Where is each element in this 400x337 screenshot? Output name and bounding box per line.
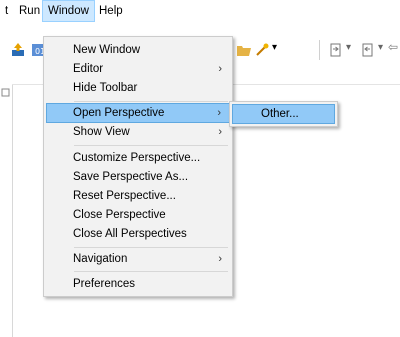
open-perspective-submenu: Other...	[229, 101, 338, 127]
next-annotation-icon[interactable]	[328, 42, 344, 58]
prev-annotation-dropdown-icon[interactable]: ▾	[378, 42, 383, 53]
window-menu: New Window Editor › Hide Toolbar Open Per…	[43, 36, 233, 297]
submenu-arrow-icon: ›	[218, 253, 222, 265]
menu-item-label: Navigation	[73, 253, 128, 265]
panel-restore-icon[interactable]	[1, 88, 11, 98]
menu-item-hide-toolbar[interactable]: Hide Toolbar	[46, 78, 230, 98]
menu-item-label: Reset Perspective...	[73, 190, 176, 202]
menu-item-label: Close All Perspectives	[73, 228, 187, 240]
menu-item-preferences[interactable]: Preferences	[46, 274, 230, 294]
next-annotation-dropdown-icon[interactable]: ▾	[346, 42, 351, 53]
menubar-item-window[interactable]: Window	[42, 0, 95, 22]
menu-item-close-perspective[interactable]: Close Perspective	[46, 205, 230, 225]
menu-separator	[74, 247, 228, 248]
left-panel-edge	[0, 84, 13, 337]
submenu-arrow-icon: ›	[217, 107, 221, 119]
menu-item-reset-perspective[interactable]: Reset Perspective...	[46, 186, 230, 206]
menubar-item-run[interactable]: Run	[14, 0, 45, 22]
menu-item-label: Preferences	[73, 278, 136, 290]
menu-item-open-perspective[interactable]: Open Perspective ›	[46, 103, 230, 123]
menu-item-label: Editor	[73, 63, 104, 75]
menu-item-close-all-perspectives[interactable]: Close All Perspectives	[46, 224, 230, 244]
menu-item-label: Customize Perspective...	[73, 152, 201, 164]
menubar-item-help[interactable]: Help	[94, 0, 128, 22]
menu-item-save-perspective-as[interactable]: Save Perspective As...	[46, 167, 230, 187]
submenu-arrow-icon: ›	[218, 126, 222, 138]
export-icon[interactable]	[10, 42, 26, 58]
menu-item-label: Show View	[73, 126, 130, 138]
submenu-arrow-icon: ›	[218, 63, 222, 75]
menu-item-customize-perspective[interactable]: Customize Perspective...	[46, 148, 230, 168]
menu-item-navigation[interactable]: Navigation ›	[46, 249, 230, 269]
open-folder-icon[interactable]	[236, 42, 252, 58]
run-tool-icon[interactable]	[254, 42, 270, 58]
menu-separator	[74, 271, 228, 272]
prev-annotation-icon[interactable]	[360, 42, 376, 58]
menu-separator	[74, 101, 228, 102]
menu-item-label: Other...	[261, 108, 299, 120]
menu-item-show-view[interactable]: Show View ›	[46, 122, 230, 142]
back-arrow-icon[interactable]: ⇦	[388, 40, 398, 54]
menu-item-label: Open Perspective	[73, 107, 165, 119]
menubar-item-truncated[interactable]: t	[0, 0, 13, 22]
run-dropdown-arrow-icon[interactable]: ▾	[272, 42, 277, 53]
menu-item-label: Save Perspective As...	[73, 171, 189, 183]
menu-item-editor[interactable]: Editor ›	[46, 59, 230, 79]
menu-item-new-window[interactable]: New Window	[46, 40, 230, 60]
menu-separator	[74, 145, 228, 146]
menu-item-other[interactable]: Other...	[232, 104, 335, 124]
menu-item-label: Hide Toolbar	[73, 82, 138, 94]
menu-item-label: New Window	[73, 44, 141, 56]
toolbar-separator	[319, 40, 320, 60]
menu-bar: t Run Window Help	[0, 0, 400, 22]
menu-item-label: Close Perspective	[73, 209, 166, 221]
